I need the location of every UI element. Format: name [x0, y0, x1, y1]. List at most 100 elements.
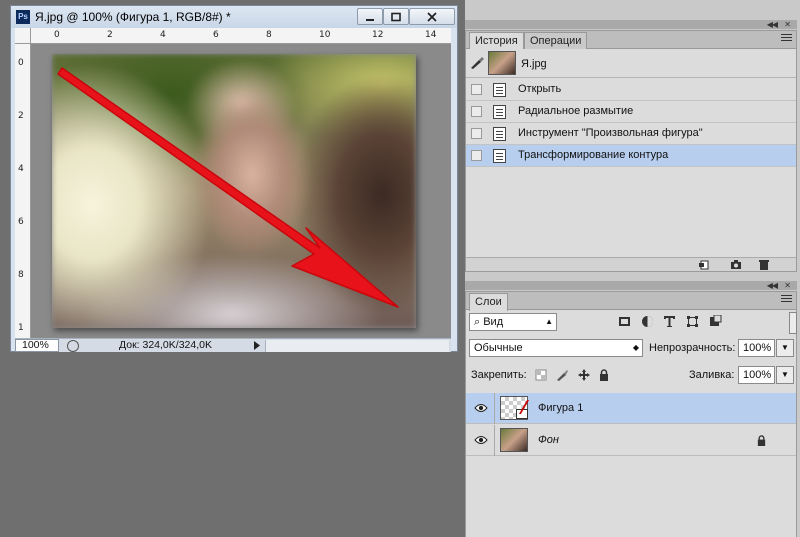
history-step-checkbox[interactable] [471, 106, 482, 117]
history-step-checkbox[interactable] [471, 128, 482, 139]
history-brush-icon[interactable] [470, 57, 484, 69]
layer-divider [494, 425, 495, 456]
close-button[interactable] [409, 8, 455, 25]
vector-mask-icon [516, 409, 528, 419]
layer-row[interactable]: Фигура 1 [466, 393, 796, 424]
lock-label: Закрепить: [471, 369, 527, 381]
layers-panel-header[interactable]: ◀◀ ✕ [465, 281, 797, 290]
filter-smart-object-icon[interactable] [709, 315, 722, 328]
history-panel: История Операции Я.jpg Открыть Радиально… [465, 30, 797, 272]
horizontal-ruler[interactable]: 0 2 4 6 8 10 12 14 [15, 28, 451, 44]
background-layer-thumbnail[interactable] [500, 428, 528, 452]
history-step[interactable]: Инструмент "Произвольная фигура" [466, 123, 796, 145]
ruler-v-label: 8 [18, 270, 24, 280]
maximize-icon [391, 12, 401, 21]
history-footer [466, 257, 796, 271]
ruler-v-label: 4 [18, 164, 24, 174]
minimize-icon [366, 18, 374, 21]
status-menu-arrow-icon[interactable] [252, 340, 262, 351]
filter-toggle-switch[interactable] [789, 312, 797, 334]
new-document-from-state-icon[interactable] [698, 260, 710, 270]
ruler-v-label: 6 [18, 217, 24, 227]
document-window[interactable]: Ps Я.jpg @ 100% (Фигура 1, RGB/8#) * 0 2… [10, 5, 458, 352]
filter-pixel-icon[interactable] [618, 315, 631, 328]
maximize-button[interactable] [383, 8, 409, 25]
history-step-label: Трансформирование контура [518, 149, 669, 161]
layer-name[interactable]: Фигура 1 [538, 402, 583, 414]
history-step-label: Открыть [518, 83, 562, 95]
filter-type-icon[interactable] [663, 315, 676, 328]
collapse-icon[interactable]: ◀◀ [767, 20, 778, 29]
camera-icon[interactable] [730, 260, 742, 270]
visibility-eye-icon[interactable] [474, 434, 488, 446]
tab-history[interactable]: История [469, 32, 524, 50]
lock-position-icon[interactable] [578, 369, 590, 381]
layers-list: Фигура 1 Фон [466, 393, 796, 459]
fill-field[interactable]: 100% [738, 366, 775, 384]
close-panel-icon[interactable]: ✕ [784, 281, 791, 290]
ruler-h-label: 8 [266, 30, 272, 40]
ruler-h-label: 4 [160, 30, 166, 40]
history-step[interactable]: Открыть [466, 79, 796, 101]
trash-icon[interactable] [758, 260, 770, 270]
history-document-icon [493, 127, 506, 141]
panel-menu-icon[interactable] [781, 34, 792, 44]
blend-mode-value: Обычные [474, 342, 523, 354]
history-step-label: Радиальное размытие [518, 105, 634, 117]
history-step-label: Инструмент "Произвольная фигура" [518, 127, 703, 139]
history-document-icon [493, 105, 506, 119]
history-snapshot[interactable]: Я.jpg [466, 49, 796, 78]
ruler-v-label: 2 [18, 111, 24, 121]
layer-row[interactable]: Фон [466, 425, 796, 456]
opacity-dropdown-button[interactable]: ▼ [776, 339, 794, 357]
filter-shape-icon[interactable] [686, 315, 699, 328]
history-step-checkbox[interactable] [471, 150, 482, 161]
history-step-checkbox[interactable] [471, 84, 482, 95]
doc-size-info: Док: 324,0K/324,0K [119, 339, 212, 351]
fill-label: Заливка: [689, 369, 735, 381]
layer-lock-icon [757, 435, 766, 446]
document-titlebar[interactable]: Ps Я.jpg @ 100% (Фигура 1, RGB/8#) * [11, 6, 457, 28]
document-image[interactable] [52, 54, 416, 328]
history-step-selected[interactable]: Трансформирование контура [466, 145, 796, 167]
vertical-ruler[interactable]: 0 2 4 6 8 1 [15, 28, 31, 339]
close-panel-icon[interactable]: ✕ [784, 20, 791, 29]
ruler-corner[interactable] [15, 28, 31, 44]
fill-dropdown-button[interactable]: ▼ [776, 366, 794, 384]
layer-filter-value: Вид [483, 316, 504, 328]
collapse-icon[interactable]: ◀◀ [767, 281, 778, 290]
tab-layers[interactable]: Слои [469, 293, 508, 311]
dropdown-arrow-icon: ◆ [632, 343, 639, 352]
lock-all-icon[interactable] [598, 369, 610, 381]
arrow-shape[interactable] [52, 54, 416, 328]
minimize-button[interactable] [357, 8, 383, 25]
layers-tabs: Слои [466, 292, 796, 311]
filter-adjustment-icon[interactable] [641, 315, 654, 328]
ruler-h-label: 14 [425, 30, 437, 40]
history-document-icon [493, 83, 506, 97]
ruler-h-label: 0 [54, 30, 60, 40]
ruler-h-label: 6 [213, 30, 219, 40]
canvas-area[interactable]: 0 2 4 6 8 10 12 14 0 2 4 6 8 1 [15, 28, 451, 339]
photoshop-icon: Ps [16, 10, 30, 24]
history-step[interactable]: Радиальное размытие [466, 101, 796, 123]
layer-filter-select[interactable]: ⌕ Вид ▲ [469, 313, 557, 331]
dropdown-arrow-icon: ▲ [545, 317, 553, 326]
tab-actions[interactable]: Операции [524, 32, 588, 49]
ruler-h-label: 10 [319, 30, 331, 40]
zoom-field[interactable]: 100% [15, 339, 59, 352]
opacity-field[interactable]: 100% [738, 339, 775, 357]
visibility-eye-icon[interactable] [474, 402, 488, 414]
shape-layer-thumbnail[interactable] [500, 396, 528, 420]
ruler-v-label: 0 [18, 58, 24, 68]
lock-transparent-pixels-icon[interactable] [535, 369, 547, 381]
blend-mode-select[interactable]: Обычные ◆ [469, 339, 643, 357]
status-info-icon[interactable] [67, 340, 79, 352]
layer-name[interactable]: Фон [538, 434, 559, 446]
ruler-v-label: 1 [18, 323, 24, 333]
history-panel-header[interactable]: ◀◀ ✕ [465, 20, 797, 29]
horizontal-scrollbar[interactable] [265, 340, 449, 352]
layer-divider [494, 393, 495, 424]
lock-image-pixels-icon[interactable] [556, 369, 568, 381]
panel-menu-icon[interactable] [781, 295, 792, 305]
